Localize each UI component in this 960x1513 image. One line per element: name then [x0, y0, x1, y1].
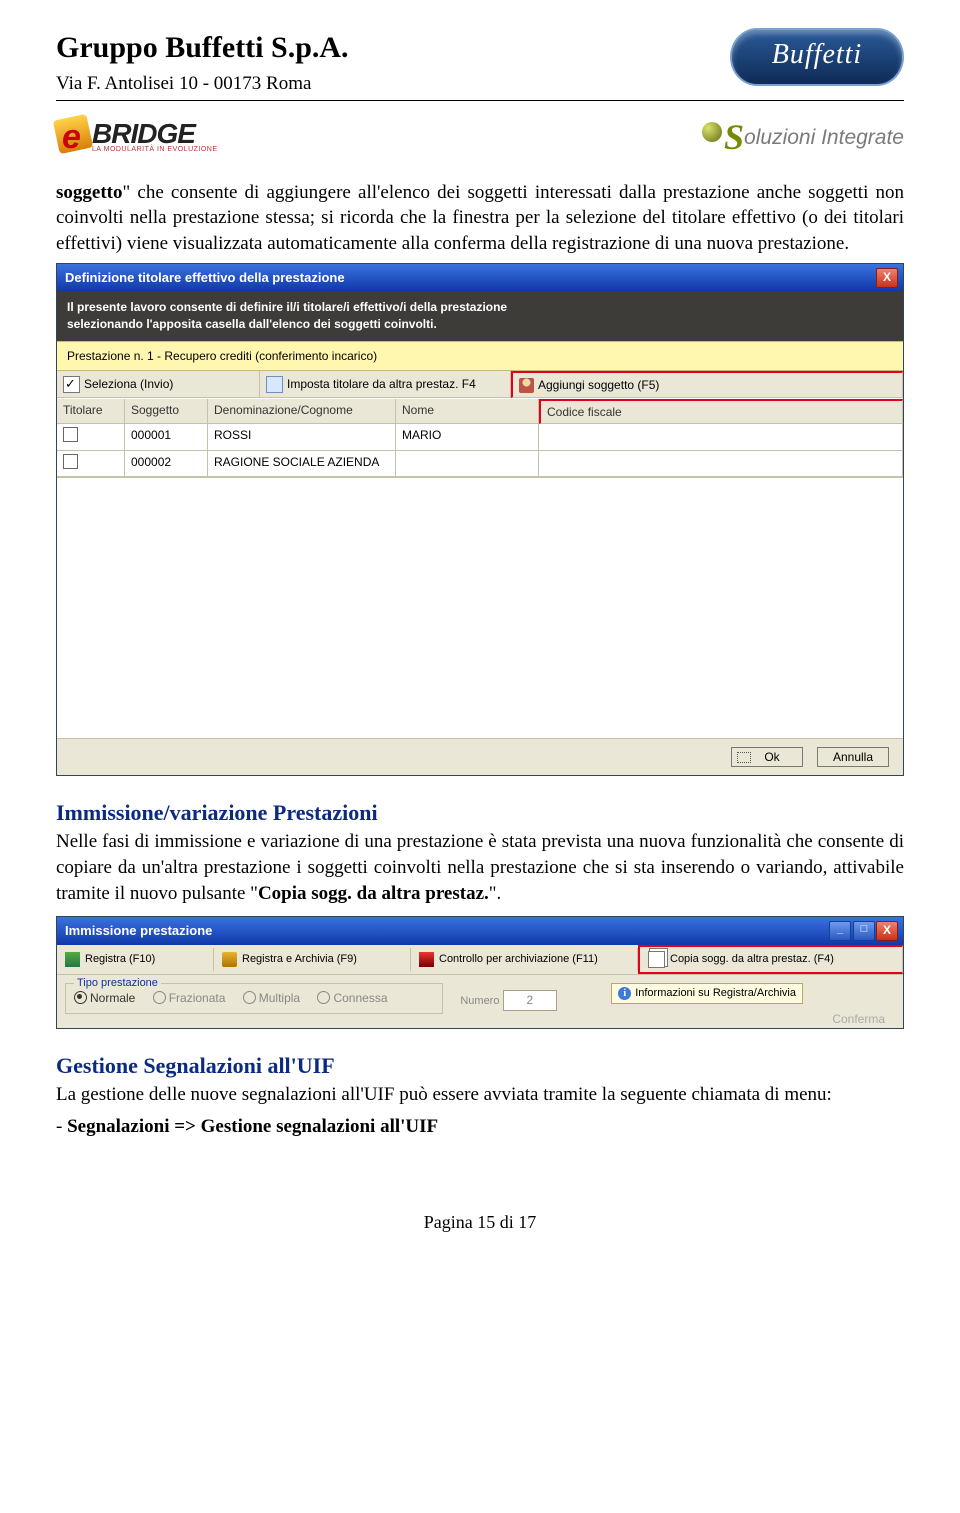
numero-label: Numero — [460, 995, 499, 1007]
radio-normale[interactable]: Normale — [74, 990, 135, 1006]
window-immissione-prestazione: Immissione prestazione _ □ X Registra (F… — [56, 916, 904, 1028]
logo-buffetti: Buffetti — [730, 28, 904, 86]
imposta-titolare-button[interactable]: Imposta titolare da altra prestaz. F4 — [260, 371, 511, 398]
menu-path: - Segnalazioni => Gestione segnalazioni … — [56, 1114, 904, 1140]
dialog-titolare-effettivo: Definizione titolare effettivo della pre… — [56, 263, 904, 776]
logo-ebridge: e BRIDGE LA MODULARITÀ IN EVOLUZIONE — [56, 115, 236, 159]
page-footer: Pagina 15 di 17 — [56, 1210, 904, 1234]
copy-icon — [648, 951, 665, 968]
prestazione-banner: Prestazione n. 1 - Recupero crediti (con… — [57, 341, 903, 371]
conferma-label: Conferma — [832, 1011, 885, 1027]
window-title: Immissione prestazione — [65, 923, 212, 938]
close-icon[interactable]: X — [876, 921, 898, 941]
body-paragraph-2: Nelle fasi di immissione e variazione di… — [56, 829, 904, 906]
body-paragraph-1: soggetto" che consente di aggiungere all… — [56, 180, 904, 257]
checkbox[interactable] — [63, 427, 78, 442]
checkbox[interactable] — [63, 454, 78, 469]
info-icon: i — [618, 987, 631, 1000]
document-icon — [266, 376, 283, 393]
dialog-title: Definizione titolare effettivo della pre… — [65, 270, 345, 285]
controllo-archiviazione-button[interactable]: Controllo per archiviazione (F11) — [411, 948, 638, 971]
copia-soggetti-button[interactable]: Copia sogg. da altra prestaz. (F4) — [638, 945, 903, 974]
logo-row: e BRIDGE LA MODULARITÀ IN EVOLUZIONE Sol… — [56, 113, 904, 162]
section-heading-immissione: Immissione/variazione Prestazioni — [56, 798, 904, 828]
dialog-titlebar: Definizione titolare effettivo della pre… — [57, 264, 903, 292]
radio-multipla[interactable]: Multipla — [243, 990, 300, 1006]
seleziona-button[interactable]: Seleziona (Invio) — [57, 371, 260, 398]
tipo-prestazione-group: Tipo prestazione Normale Frazionata Mult… — [65, 983, 443, 1014]
table-row[interactable]: 000001 ROSSI MARIO — [57, 424, 903, 450]
save-icon — [65, 952, 80, 967]
window-titlebar: Immissione prestazione _ □ X — [57, 917, 903, 945]
radio-frazionata[interactable]: Frazionata — [153, 990, 226, 1006]
radio-connessa[interactable]: Connessa — [317, 990, 387, 1006]
dialog-intro: Il presente lavoro consente di definire … — [57, 291, 903, 341]
info-tooltip[interactable]: i Informazioni su Registra/Archivia — [611, 983, 803, 1004]
lock-icon — [222, 952, 237, 967]
section-heading-uif: Gestione Segnalazioni all'UIF — [56, 1051, 904, 1081]
numero-field: 2 — [503, 990, 557, 1010]
registra-archivia-button[interactable]: Registra e Archivia (F9) — [214, 948, 411, 971]
check-icon — [63, 376, 80, 393]
ok-button[interactable]: Ok — [731, 747, 803, 767]
minimize-icon[interactable]: _ — [829, 921, 851, 941]
table-empty-area — [57, 477, 903, 738]
registra-button[interactable]: Registra (F10) — [57, 948, 214, 971]
aggiungi-soggetto-button[interactable]: Aggiungi soggetto (F5) — [511, 371, 903, 398]
page-header: Buffetti Gruppo Buffetti S.p.A. Via F. A… — [56, 28, 904, 103]
dialog-toolbar: Seleziona (Invio) Imposta titolare da al… — [57, 371, 903, 398]
dialog-button-bar: Ok Annulla — [57, 738, 903, 775]
flag-icon — [419, 952, 434, 967]
cancel-button[interactable]: Annulla — [817, 747, 889, 767]
logo-soluzioni-integrate: Soluzioni Integrate — [702, 113, 904, 162]
table-row[interactable]: 000002 RAGIONE SOCIALE AZIENDA — [57, 451, 903, 477]
table-header: Titolare Soggetto Denominazione/Cognome … — [57, 398, 903, 424]
body-paragraph-3: La gestione delle nuove segnalazioni all… — [56, 1082, 904, 1108]
person-icon — [519, 378, 534, 393]
close-icon[interactable]: X — [876, 268, 898, 288]
window-toolbar: Registra (F10) Registra e Archivia (F9) … — [57, 945, 903, 975]
maximize-icon[interactable]: □ — [853, 921, 875, 941]
